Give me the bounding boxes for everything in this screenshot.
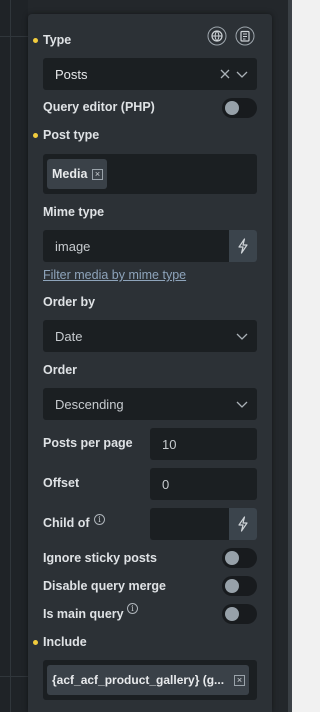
canvas-guide-line [10, 0, 11, 712]
ignore-sticky-label: Ignore sticky posts [43, 551, 157, 565]
info-icon[interactable]: i [127, 603, 138, 614]
type-select-value: Posts [55, 67, 88, 82]
query-editor-label: Query editor (PHP) [43, 100, 155, 114]
clipboard-icon[interactable] [235, 26, 255, 46]
include-tag: {acf_acf_product_gallery} (g... × [47, 665, 249, 695]
offset-value: 0 [162, 477, 170, 492]
canvas-right-background [292, 0, 320, 712]
posts-per-page-value: 10 [162, 437, 177, 452]
remove-tag-icon[interactable]: × [234, 675, 245, 686]
required-dot [33, 133, 38, 138]
post-type-multiselect[interactable]: Media × [43, 154, 257, 194]
post-type-label: Post type [43, 128, 100, 142]
globe-icon[interactable] [207, 26, 227, 46]
include-label: Include [43, 635, 87, 649]
query-editor-toggle[interactable] [222, 98, 257, 118]
posts-per-page-input[interactable]: 10 [150, 428, 257, 460]
post-type-tag: Media × [47, 159, 107, 189]
order-by-label: Order by [43, 295, 96, 309]
order-select[interactable]: Descending [43, 388, 257, 420]
type-select[interactable]: Posts [43, 58, 257, 90]
toggle-knob [225, 607, 239, 621]
order-value: Descending [55, 397, 124, 412]
mime-type-label: Mime type [43, 205, 105, 219]
disable-merge-label: Disable query merge [43, 579, 166, 593]
include-tag-label: {acf_acf_product_gallery} (g... [52, 673, 225, 687]
info-icon[interactable]: i [94, 514, 105, 525]
disable-merge-toggle[interactable] [222, 576, 257, 596]
clear-x-icon[interactable] [218, 67, 232, 81]
order-label: Order [43, 363, 78, 377]
offset-label: Offset [43, 476, 80, 490]
chevron-down-icon [235, 329, 249, 343]
bolt-icon[interactable] [229, 230, 257, 262]
posts-per-page-label: Posts per page [43, 436, 133, 450]
chevron-down-icon [235, 397, 249, 411]
order-by-select[interactable]: Date [43, 320, 257, 352]
post-type-tag-label: Media [52, 167, 88, 181]
child-of-label: Child of [43, 516, 90, 530]
canvas-guide-line [0, 676, 28, 677]
mime-type-input[interactable]: image [43, 230, 257, 262]
query-settings-popup: Type Posts Query editor (PHP) Post type … [28, 14, 272, 712]
toggle-knob [225, 579, 239, 593]
type-label: Type [43, 33, 72, 47]
ignore-sticky-toggle[interactable] [222, 548, 257, 568]
chevron-down-icon [235, 67, 249, 81]
required-dot [33, 640, 38, 645]
canvas-left-background [0, 0, 28, 712]
is-main-query-toggle[interactable] [222, 604, 257, 624]
bolt-icon[interactable] [229, 508, 257, 540]
child-of-input[interactable] [150, 508, 257, 540]
offset-input[interactable]: 0 [150, 468, 257, 500]
canvas-guide-line [0, 36, 28, 37]
mime-type-value: image [55, 239, 91, 254]
toggle-knob [225, 551, 239, 565]
remove-tag-icon[interactable]: × [92, 169, 103, 180]
include-multiselect[interactable]: {acf_acf_product_gallery} (g... × [43, 660, 257, 700]
is-main-query-label: Is main query [43, 607, 124, 621]
filter-mime-link[interactable]: Filter media by mime type [43, 268, 186, 282]
required-dot [33, 38, 38, 43]
order-by-value: Date [55, 329, 83, 344]
toggle-knob [225, 101, 239, 115]
